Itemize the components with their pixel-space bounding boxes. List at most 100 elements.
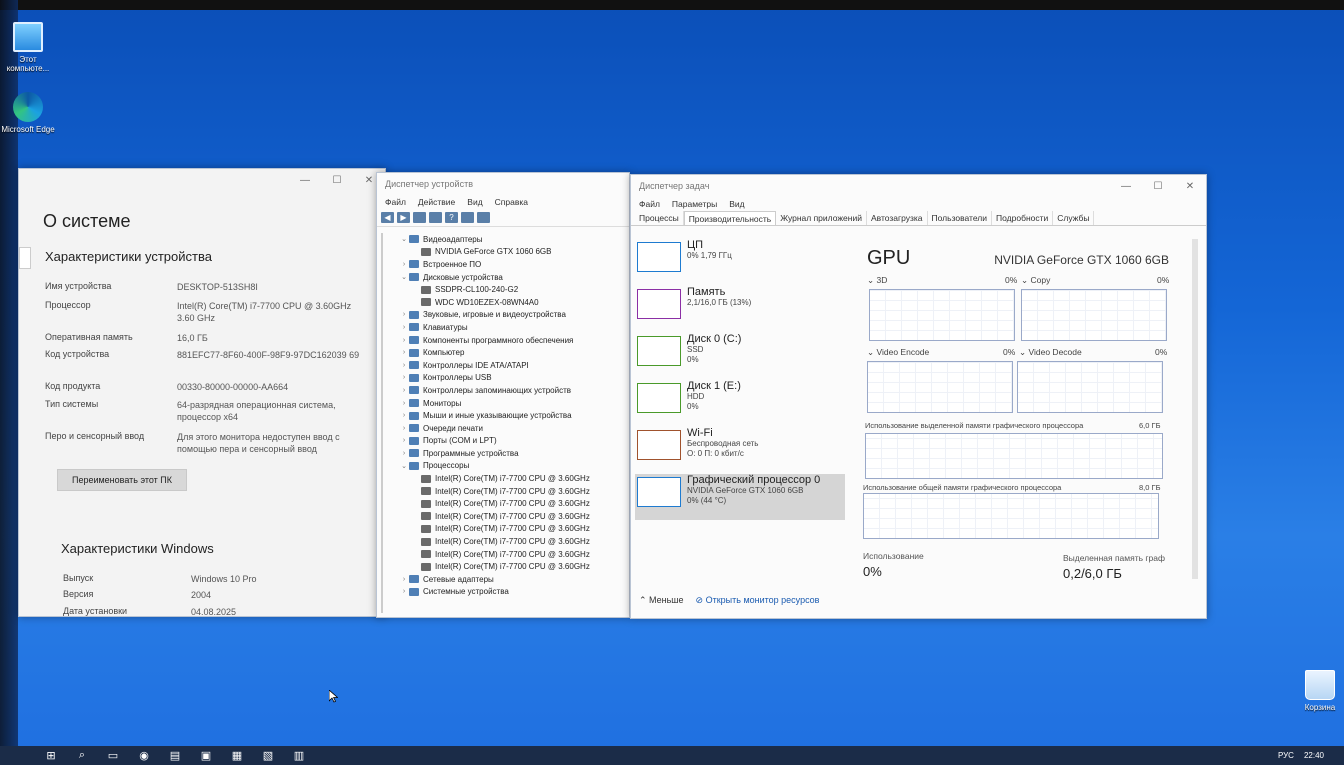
device-tree-node[interactable]: Intel(R) Core(TM) i7-7700 CPU @ 3.60GHz xyxy=(377,523,629,536)
chevron-right-icon[interactable]: › xyxy=(399,337,409,344)
menu-view[interactable]: Вид xyxy=(467,197,482,207)
device-tree-node[interactable]: › Мониторы xyxy=(377,397,629,410)
start-icon[interactable]: ⊞ xyxy=(38,748,64,764)
device-tree-node[interactable]: › Контроллеры запоминающих устройств xyxy=(377,384,629,397)
performance-item[interactable]: ЦП 0% 1,79 ГГц xyxy=(635,239,845,285)
close-button[interactable]: ✕ xyxy=(1174,181,1206,192)
taskmgr-icon[interactable]: ▥ xyxy=(286,748,312,764)
tab-services[interactable]: Службы xyxy=(1053,211,1095,225)
search-icon[interactable]: ⌕ xyxy=(69,748,95,764)
device-tree-node[interactable]: Intel(R) Core(TM) i7-7700 CPU @ 3.60GHz xyxy=(377,535,629,548)
search-icon[interactable] xyxy=(19,247,31,269)
engine-graph-video-decode[interactable] xyxy=(1017,361,1163,413)
open-resource-monitor-link[interactable]: ⊘ Открыть монитор ресурсов xyxy=(696,595,820,606)
explorer-icon[interactable]: ▤ xyxy=(162,748,188,764)
update-driver-icon[interactable] xyxy=(461,212,474,223)
device-tree-node[interactable]: › Порты (COM и LPT) xyxy=(377,435,629,448)
device-tree-node[interactable]: › Системные устройства xyxy=(377,586,629,599)
desktop-icon-edge[interactable]: Microsoft Edge xyxy=(0,92,56,134)
task-view-icon[interactable]: ▭ xyxy=(100,748,126,764)
engine-graph-video-encode[interactable] xyxy=(867,361,1013,413)
engine-graph-3d[interactable] xyxy=(869,289,1015,341)
tab-performance[interactable]: Производительность xyxy=(683,211,777,225)
device-tree-node[interactable]: ⌄ Дисковые устройства xyxy=(377,271,629,284)
chevron-right-icon[interactable]: › xyxy=(399,450,409,457)
performance-item[interactable]: Диск 1 (E:) HDD 0% xyxy=(635,380,845,426)
tab-details[interactable]: Подробности xyxy=(992,211,1054,225)
menu-action[interactable]: Действие xyxy=(418,197,455,207)
tab-users[interactable]: Пользователи xyxy=(928,211,993,225)
device-tree-node[interactable]: › Клавиатуры xyxy=(377,321,629,334)
device-tree-node[interactable]: Intel(R) Core(TM) i7-7700 CPU @ 3.60GHz xyxy=(377,510,629,523)
minimize-button[interactable]: — xyxy=(289,175,321,186)
device-tree-node[interactable]: › Мыши и иные указывающие устройства xyxy=(377,409,629,422)
chevron-right-icon[interactable]: › xyxy=(399,324,409,331)
maximize-button[interactable]: ☐ xyxy=(321,175,353,186)
scan-hardware-icon[interactable] xyxy=(477,212,490,223)
chevron-right-icon[interactable]: › xyxy=(399,261,409,268)
desktop-icon-this-pc[interactable]: Этот компьюте... xyxy=(0,22,56,73)
chevron-right-icon[interactable]: › xyxy=(399,437,409,444)
chevron-down-icon[interactable]: ⌄ xyxy=(399,273,409,281)
menu-options[interactable]: Параметры xyxy=(672,199,717,209)
desktop-icon-recycle-bin[interactable]: Корзина xyxy=(1292,670,1344,712)
device-tree-node[interactable]: › Контроллеры IDE ATA/ATAPI xyxy=(377,359,629,372)
menu-file[interactable]: Файл xyxy=(639,199,660,209)
device-tree-node[interactable]: NVIDIA GeForce GTX 1060 6GB xyxy=(377,246,629,259)
chevron-right-icon[interactable]: › xyxy=(399,349,409,356)
device-tree-node[interactable]: › Сетевые адаптеры xyxy=(377,573,629,586)
gpu-panel-scrollbar[interactable] xyxy=(1192,239,1198,579)
store-icon[interactable]: ▣ xyxy=(193,748,219,764)
device-tree-node[interactable]: Intel(R) Core(TM) i7-7700 CPU @ 3.60GHz xyxy=(377,497,629,510)
device-tree-node[interactable]: Intel(R) Core(TM) i7-7700 CPU @ 3.60GHz xyxy=(377,485,629,498)
performance-item[interactable]: Диск 0 (C:) SSD 0% xyxy=(635,333,845,379)
chevron-right-icon[interactable]: › xyxy=(399,588,409,595)
device-tree-node[interactable]: › Компьютер xyxy=(377,346,629,359)
tab-app-history[interactable]: Журнал приложений xyxy=(776,211,867,225)
device-tree-node[interactable]: ⌄ Видеоадаптеры xyxy=(377,233,629,246)
system-icon[interactable]: ▧ xyxy=(255,748,281,764)
chevron-right-icon[interactable]: › xyxy=(399,400,409,407)
chevron-down-icon[interactable]: ⌄ xyxy=(399,235,409,243)
back-arrow-icon[interactable]: ◀ xyxy=(381,212,394,223)
rename-pc-button[interactable]: Переименовать этот ПК xyxy=(57,469,187,491)
language-indicator[interactable]: РУС xyxy=(1278,751,1294,760)
chevron-right-icon[interactable]: › xyxy=(399,362,409,369)
performance-item[interactable]: Графический процессор 0 NVIDIA GeForce GT… xyxy=(635,474,845,520)
dedicated-memory-graph[interactable] xyxy=(865,433,1163,479)
menu-file[interactable]: Файл xyxy=(385,197,406,207)
device-tree-node[interactable]: SSDPR-CL100-240-G2 xyxy=(377,283,629,296)
chevron-right-icon[interactable]: › xyxy=(399,412,409,419)
performance-item[interactable]: Wi-Fi Беспроводная сеть О: 0 П: 0 кбит/с xyxy=(635,427,845,473)
device-tree-node[interactable]: Intel(R) Core(TM) i7-7700 CPU @ 3.60GHz xyxy=(377,548,629,561)
properties-icon[interactable] xyxy=(413,212,426,223)
minimize-button[interactable]: — xyxy=(1110,181,1142,192)
engine-graph-copy[interactable] xyxy=(1021,289,1167,341)
forward-arrow-icon[interactable]: ▶ xyxy=(397,212,410,223)
device-tree-node[interactable]: ⌄ Процессоры xyxy=(377,460,629,473)
performance-item[interactable]: Память 2,1/16,0 ГБ (13%) xyxy=(635,286,845,332)
device-tree-node[interactable]: › Встроенное ПО xyxy=(377,258,629,271)
tab-processes[interactable]: Процессы xyxy=(635,211,684,225)
chevron-right-icon[interactable]: › xyxy=(399,387,409,394)
device-tree-node[interactable]: Intel(R) Core(TM) i7-7700 CPU @ 3.60GHz xyxy=(377,472,629,485)
chevron-right-icon[interactable]: › xyxy=(399,425,409,432)
shared-memory-graph[interactable] xyxy=(863,493,1159,539)
edge-icon[interactable]: ◉ xyxy=(131,748,157,764)
fewer-details-button[interactable]: ⌃ Меньше xyxy=(639,595,684,606)
help-icon[interactable]: ? xyxy=(445,212,458,223)
chevron-right-icon[interactable]: › xyxy=(399,311,409,318)
chevron-right-icon[interactable]: › xyxy=(399,576,409,583)
device-manager-icon[interactable]: ▦ xyxy=(224,748,250,764)
device-tree-node[interactable]: › Контроллеры USB xyxy=(377,372,629,385)
chevron-down-icon[interactable]: ⌄ xyxy=(399,462,409,470)
clock[interactable]: 22:40 xyxy=(1304,751,1324,760)
device-tree-node[interactable]: › Звуковые, игровые и видеоустройства xyxy=(377,309,629,322)
tab-startup[interactable]: Автозагрузка xyxy=(867,211,928,225)
maximize-button[interactable]: ☐ xyxy=(1142,181,1174,192)
list-icon[interactable] xyxy=(429,212,442,223)
device-tree-node[interactable]: › Программные устройства xyxy=(377,447,629,460)
device-tree-node[interactable]: › Очереди печати xyxy=(377,422,629,435)
device-tree-node[interactable]: WDC WD10EZEX-08WN4A0 xyxy=(377,296,629,309)
menu-help[interactable]: Справка xyxy=(495,197,528,207)
